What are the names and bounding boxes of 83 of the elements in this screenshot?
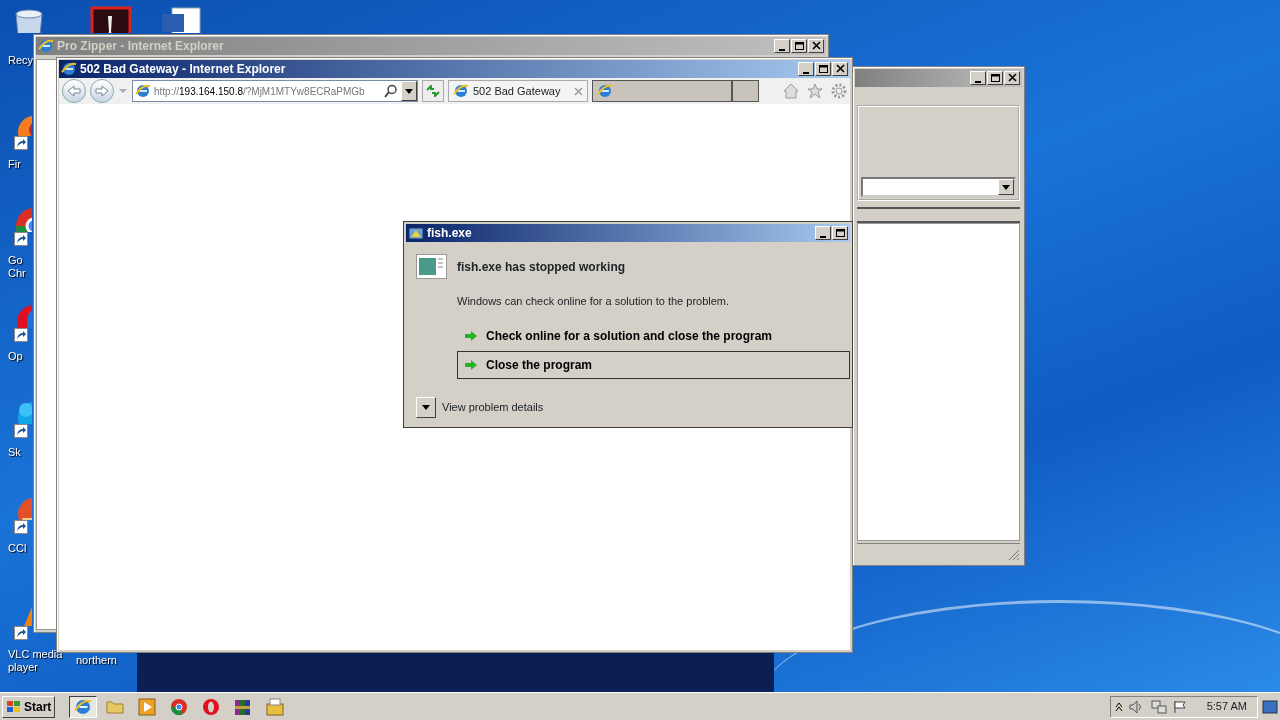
maximize-icon xyxy=(817,64,829,74)
minimize-icon xyxy=(803,71,809,74)
icon-label: Fir xyxy=(8,158,22,171)
browser-tab[interactable]: 502 Bad Gateway xyxy=(448,80,588,102)
show-desktop-icon[interactable] xyxy=(1262,699,1278,714)
minimize-button[interactable] xyxy=(798,62,814,76)
arrow-icon xyxy=(464,329,478,342)
maximize-icon xyxy=(989,73,1001,83)
play-icon xyxy=(138,697,157,716)
dropdown-button[interactable] xyxy=(998,179,1014,195)
dialog-message: Windows can check online for a solution to the problem. xyxy=(457,294,731,309)
icon-label: Sk xyxy=(8,446,22,459)
flag-icon[interactable] xyxy=(1172,699,1187,714)
star-icon[interactable] xyxy=(807,83,823,99)
maximize-button[interactable] xyxy=(987,71,1003,85)
start-button[interactable]: Start xyxy=(2,695,56,718)
minimize-button[interactable] xyxy=(774,39,790,53)
minimize-icon xyxy=(975,80,981,83)
option-link[interactable]: Close the program xyxy=(457,350,850,379)
browser-icon xyxy=(61,61,77,77)
resize-grip-icon[interactable] xyxy=(1008,549,1020,561)
minimize-icon xyxy=(820,235,826,238)
arrow-icon xyxy=(464,358,478,371)
icon-label: Recy xyxy=(8,54,35,67)
expand-button[interactable] xyxy=(416,396,436,418)
close-icon[interactable] xyxy=(574,86,583,96)
arrow-icon xyxy=(67,85,81,97)
browser-icon xyxy=(74,697,93,716)
four-squares-icon xyxy=(6,699,22,714)
browser-icon xyxy=(135,83,151,99)
toggle-label[interactable]: View problem details xyxy=(442,398,544,416)
dropdown-button[interactable] xyxy=(401,81,417,101)
icon-label: CCl xyxy=(8,542,28,555)
new-tab-button[interactable] xyxy=(732,80,759,102)
maximize-button[interactable] xyxy=(815,62,831,76)
icon-label: Go xyxy=(8,254,24,267)
close-icon xyxy=(1006,73,1018,83)
icon-label: Chr xyxy=(8,267,27,280)
taskbar-app-button[interactable] xyxy=(69,695,98,718)
caret-icon xyxy=(422,404,430,410)
window-title: Pro Zipper - Internet Explorer xyxy=(57,38,224,55)
close-button[interactable] xyxy=(1004,71,1020,85)
icon-label: player xyxy=(8,661,39,674)
icon-label: VLC media xyxy=(8,648,64,661)
browser-icon xyxy=(38,38,54,54)
chevron-up-icon[interactable] xyxy=(1114,701,1123,712)
maximize-button[interactable] xyxy=(791,39,807,53)
minimize-button[interactable] xyxy=(970,71,986,85)
dropdown-field[interactable] xyxy=(861,177,1016,197)
document-icon[interactable] xyxy=(88,6,132,33)
books-icon xyxy=(234,697,253,716)
round-logo-icon xyxy=(170,697,189,716)
search-icon[interactable] xyxy=(384,84,398,98)
arrows-icon xyxy=(426,85,440,97)
app-window-icon xyxy=(416,254,447,279)
icon-label: Op xyxy=(8,350,24,363)
close-button[interactable] xyxy=(808,39,824,53)
icon-label: northern xyxy=(76,654,118,667)
option-link[interactable]: Check online for a solution and close the program xyxy=(457,321,850,350)
refresh-button[interactable] xyxy=(422,80,444,102)
arrow-icon xyxy=(95,85,109,97)
dialog-heading: fish.exe has stopped working xyxy=(457,258,626,276)
browser-tab[interactable] xyxy=(592,80,732,102)
package-icon xyxy=(266,697,285,716)
maximize-icon xyxy=(834,228,846,238)
caret-icon xyxy=(405,88,413,94)
close-button[interactable] xyxy=(832,62,848,76)
program-icon xyxy=(408,225,424,241)
url-text[interactable]: http://193.164.150.8/?MjM1MTYw8ECRaPMGb xyxy=(154,83,381,99)
window-title: fish.exe xyxy=(427,225,472,242)
close-icon xyxy=(810,41,822,51)
close-icon xyxy=(834,64,846,74)
maximize-icon xyxy=(793,41,805,51)
minimize-icon xyxy=(779,48,785,51)
network-icon[interactable] xyxy=(1150,698,1167,715)
minimize-button[interactable] xyxy=(815,226,831,240)
address-bar[interactable]: http://193.164.150.8/?MjM1MTYw8ECRaPMGb xyxy=(132,80,418,102)
browser-icon xyxy=(597,83,613,99)
window-title: 502 Bad Gateway - Internet Explorer xyxy=(80,61,286,78)
ring-icon xyxy=(202,697,221,716)
caret-icon xyxy=(1002,184,1010,190)
maximize-button[interactable] xyxy=(832,226,848,240)
browser-icon xyxy=(453,83,469,99)
